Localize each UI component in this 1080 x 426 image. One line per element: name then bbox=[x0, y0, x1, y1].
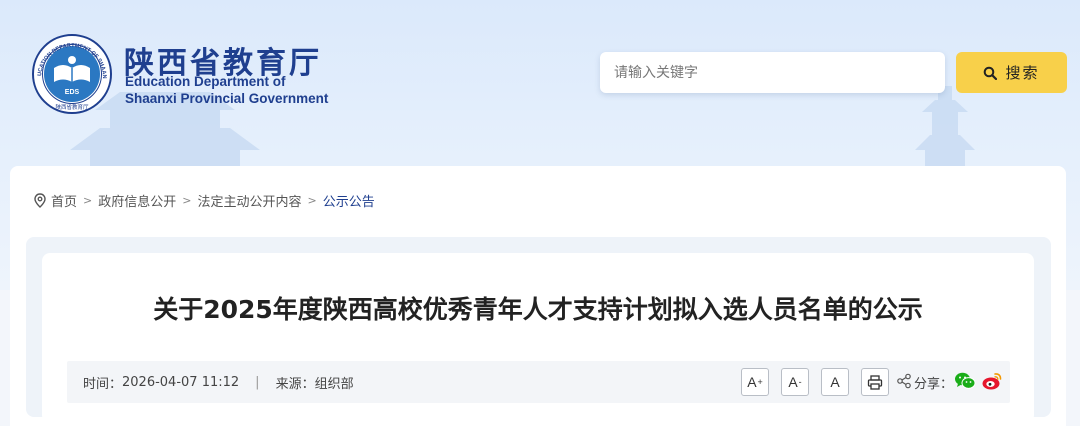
department-emblem-icon: EDS EDUCATION DEPARTMENT OF SHAANXI 陕西省教… bbox=[32, 34, 112, 114]
font-decrease-glyph: A bbox=[788, 374, 798, 390]
emblem-badge-text: EDS bbox=[65, 89, 80, 96]
meta-divider: | bbox=[255, 375, 260, 390]
breadcrumb-home[interactable]: 首页 bbox=[51, 191, 77, 210]
time-label: 时间： bbox=[83, 377, 123, 392]
site-title-en-line2: Shaanxi Provincial Government bbox=[125, 91, 329, 106]
font-decrease-button[interactable]: A- bbox=[781, 368, 809, 396]
breadcrumb-statutory[interactable]: 法定主动公开内容 bbox=[197, 191, 301, 210]
share-icon bbox=[897, 373, 911, 389]
source-label: 来源： bbox=[275, 377, 315, 392]
source-value: 组织部 bbox=[314, 377, 354, 392]
wechat-share-icon[interactable] bbox=[954, 371, 976, 391]
breadcrumb-separator: > bbox=[83, 193, 93, 207]
breadcrumb-separator: > bbox=[182, 193, 192, 207]
font-increase-button[interactable]: A + bbox=[741, 368, 769, 396]
site-title-en-line1: Education Department of bbox=[125, 74, 286, 89]
font-default-button[interactable]: A bbox=[821, 368, 849, 396]
search-button-label: 搜索 bbox=[1005, 64, 1040, 82]
font-decrease-mark: - bbox=[798, 377, 802, 387]
search-icon bbox=[984, 66, 998, 80]
search-button[interactable]: 搜索 bbox=[956, 52, 1067, 93]
print-button[interactable] bbox=[861, 368, 889, 396]
font-default-glyph: A bbox=[830, 374, 840, 390]
search-input[interactable] bbox=[600, 52, 945, 93]
font-increase-mark: + bbox=[757, 377, 763, 387]
printer-icon bbox=[867, 374, 883, 390]
font-increase-glyph: A bbox=[747, 374, 757, 390]
breadcrumb-separator: > bbox=[307, 193, 317, 207]
time-value: 2026-04-07 11:12 bbox=[122, 375, 240, 390]
breadcrumb-gov-info[interactable]: 政府信息公开 bbox=[98, 191, 176, 210]
article-meta: 时间： 2026-04-07 11:12 | 来源： 组织部 bbox=[83, 373, 354, 392]
location-pin-icon bbox=[34, 192, 46, 208]
breadcrumb: 首页 > 政府信息公开 > 法定主动公开内容 > 公示公告 bbox=[34, 190, 375, 210]
share-label: 分享： bbox=[914, 377, 954, 392]
breadcrumb-current[interactable]: 公示公告 bbox=[323, 191, 375, 210]
article-title: 关于2025年度陕西高校优秀青年人才支持计划拟入选人员名单的公示 bbox=[153, 295, 923, 324]
weibo-share-icon[interactable] bbox=[981, 371, 1003, 391]
emblem-seal-text: 陕西省教育厅 bbox=[55, 103, 89, 111]
